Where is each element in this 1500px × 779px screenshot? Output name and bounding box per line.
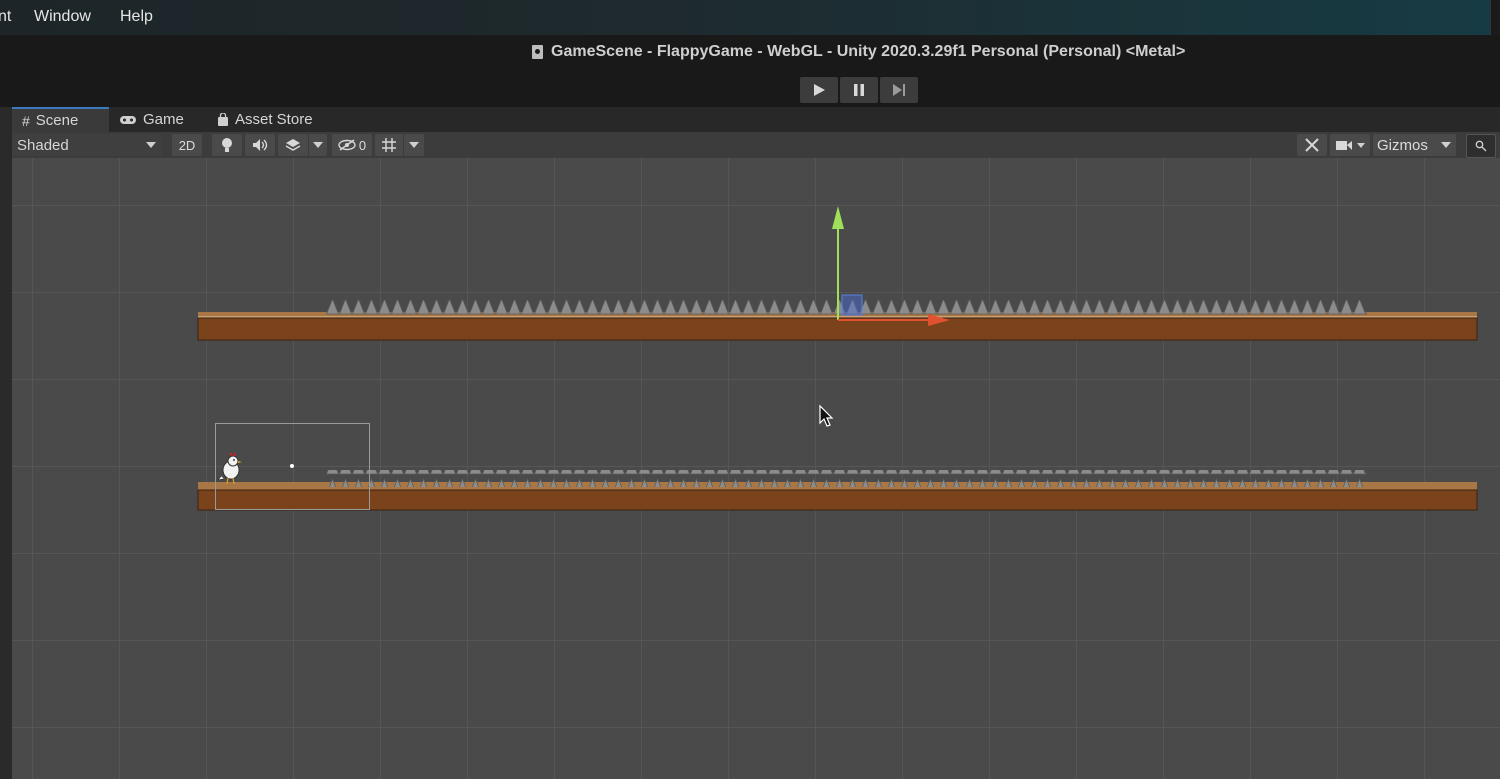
speaker-icon (253, 139, 268, 151)
eye-slash-icon (338, 139, 356, 151)
grid-snap-icon (382, 138, 396, 152)
toggle-2d-label: 2D (178, 137, 196, 153)
search-icon (1475, 140, 1487, 152)
gizmo-y-arrow[interactable] (832, 206, 844, 229)
playmode-controls (800, 77, 918, 103)
small-dot-object[interactable] (290, 464, 294, 468)
pause-button[interactable] (840, 77, 878, 103)
editor-tabs: # Scene Game Asset Store (0, 107, 1500, 132)
scene-canvas[interactable] (12, 158, 1500, 779)
tab-scene[interactable]: # Scene (12, 107, 109, 132)
chevron-down-icon (1357, 142, 1365, 148)
grid-icon: # (22, 112, 30, 129)
step-button[interactable] (880, 77, 918, 103)
layers-icon (285, 139, 301, 151)
tab-label: Scene (35, 112, 79, 129)
scene-viewport[interactable] (12, 158, 1500, 779)
toggle-2d-button[interactable]: 2D (172, 134, 202, 156)
mouse-cursor-icon (819, 404, 834, 427)
window-title: GameScene - FlappyGame - WebGL - Unity 2… (532, 43, 1185, 61)
menu-item-help[interactable]: Help (120, 8, 153, 26)
audio-toggle[interactable] (245, 134, 275, 156)
scene-toolbar: Shaded 2D 0 Gizmos (0, 132, 1500, 159)
pause-icon (854, 84, 864, 96)
hidden-count: 0 (358, 137, 367, 153)
gizmos-label: Gizmos (1377, 136, 1428, 154)
play-icon (814, 84, 825, 96)
scene-visibility-toggle[interactable]: 0 (332, 134, 372, 156)
menu-bar: nt Window Help (0, 0, 1491, 35)
ceiling-body (197, 317, 1478, 341)
play-button[interactable] (800, 77, 838, 103)
tools-icon (1305, 138, 1319, 152)
scene-search-field[interactable] (1466, 134, 1496, 158)
chevron-down-icon (1441, 142, 1451, 148)
chevron-down-icon (409, 142, 419, 148)
window-title-text: GameScene - FlappyGame - WebGL - Unity 2… (551, 43, 1186, 60)
camera-settings-dropdown[interactable] (1330, 134, 1370, 156)
menu-item-truncated[interactable]: nt (0, 8, 11, 26)
chevron-down-icon (313, 142, 323, 148)
tools-toggle[interactable] (1297, 134, 1327, 156)
grid-snapping-toggle[interactable] (375, 134, 403, 156)
gizmo-xy-plane-handle[interactable] (841, 294, 863, 316)
tab-label: Game (143, 111, 184, 128)
ground-spikes[interactable] (326, 470, 1367, 487)
menu-item-window[interactable]: Window (34, 8, 91, 26)
scene-file-icon (532, 45, 543, 59)
ground-body (197, 489, 1478, 511)
chicken-sprite[interactable] (217, 452, 242, 485)
gamepad-icon (120, 115, 136, 124)
effects-dropdown[interactable] (309, 134, 327, 156)
bag-icon (218, 112, 228, 126)
tab-asset-store[interactable]: Asset Store (207, 107, 331, 132)
chevron-down-icon (146, 142, 156, 148)
shading-mode-dropdown[interactable]: Shaded (12, 134, 162, 156)
grid-snapping-dropdown[interactable] (404, 134, 424, 156)
step-icon (893, 84, 905, 96)
tab-game[interactable]: Game (109, 107, 207, 132)
tab-label: Asset Store (235, 111, 313, 128)
title-bar: GameScene - FlappyGame - WebGL - Unity 2… (0, 35, 1500, 107)
lightbulb-icon (222, 138, 232, 152)
camera-icon (1336, 141, 1352, 150)
shading-mode-value: Shaded (17, 136, 69, 154)
effects-toggle[interactable] (278, 134, 308, 156)
gizmos-dropdown[interactable]: Gizmos (1373, 134, 1456, 156)
lighting-toggle[interactable] (212, 134, 242, 156)
left-panel-edge (0, 107, 12, 779)
